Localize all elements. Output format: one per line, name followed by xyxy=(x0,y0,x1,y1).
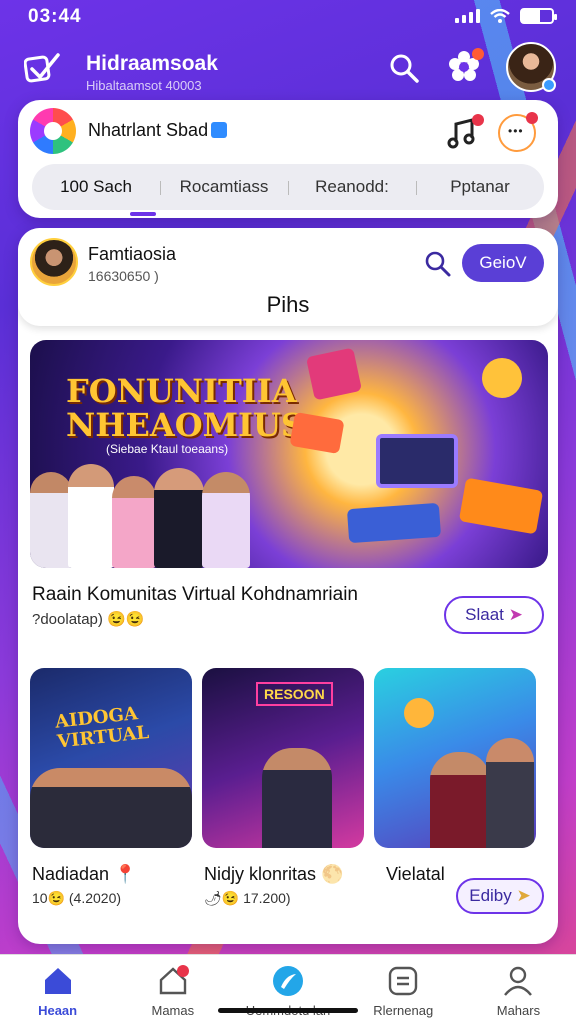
thumbnail-card-2[interactable]: RESOON xyxy=(202,668,364,848)
settings-flower-icon[interactable] xyxy=(446,48,484,84)
avatar-badge xyxy=(542,78,556,92)
thumbnail-card-3[interactable] xyxy=(374,668,536,848)
nav-label: Mahars xyxy=(496,1003,541,1018)
house-outline-icon xyxy=(159,965,189,995)
nav-profile[interactable]: Mahars xyxy=(461,955,576,1024)
screen-illustration xyxy=(376,434,458,488)
mascot-illustration xyxy=(482,358,522,398)
community-logo xyxy=(30,108,76,154)
community-name: Nhatrlant Sbad xyxy=(88,120,228,141)
nav-label: Heaan xyxy=(38,1003,78,1018)
featured-banner[interactable]: FONUNITIIA NHEAOMIUS (Siebae Ktaul toeaa… xyxy=(30,340,548,568)
banner-title: FONUNITIIA NHEAOMIUS xyxy=(66,374,304,442)
tab-2[interactable]: Rocamtiass xyxy=(160,177,288,197)
home-indicator xyxy=(218,1008,358,1013)
start-button-label: Slaat xyxy=(465,605,504,624)
notification-dot xyxy=(472,114,484,126)
nav-4[interactable]: Rlernenag xyxy=(346,955,461,1024)
home-icon xyxy=(44,968,71,994)
nav-home[interactable]: Heaan xyxy=(0,955,115,1024)
tab-active-indicator xyxy=(130,212,156,216)
tab-3[interactable]: Reanodd: xyxy=(288,177,416,197)
user-name: Famtiaosia xyxy=(88,244,177,264)
chat-icon[interactable] xyxy=(498,112,538,152)
joystick-illustration xyxy=(289,411,345,455)
thumbnail-title: AIDOGA VIRTUAL xyxy=(54,703,151,753)
verified-icon xyxy=(211,122,228,138)
thumbnail-meta-1: 10😉 (4.2020) xyxy=(32,890,122,906)
arrow-icon: ➤ xyxy=(516,886,531,905)
thumbnail-card-1[interactable]: AIDOGA VIRTUAL xyxy=(30,668,192,848)
status-time: 03:44 xyxy=(28,6,82,27)
notification-dot xyxy=(472,48,484,60)
banner-people-illustration xyxy=(30,458,260,568)
buy-button-label: Ediby xyxy=(469,886,512,905)
tab-4[interactable]: Pptanar xyxy=(416,177,544,197)
check-icon[interactable] xyxy=(24,52,60,84)
thumbnail-meta-2: 🌶😉 17.200) xyxy=(204,890,291,906)
banner-title-line2: NHEAOMIUS xyxy=(66,406,304,444)
profile-icon xyxy=(504,966,533,996)
header-title: Hidraamsoak xyxy=(86,52,218,75)
nav-2[interactable]: Mamas xyxy=(115,955,230,1024)
status-bar: 03:44 xyxy=(0,0,576,34)
wifi-icon xyxy=(490,9,510,23)
feed-card: Famtiaosia 16630650 ) GeioV Pihs FONUNIT… xyxy=(18,228,558,944)
header-subtitle: Hibaltaamsot 40003 xyxy=(86,78,202,93)
signal-icon xyxy=(455,9,480,23)
post-title: Raain Komunitas Virtual Kohdnamriain xyxy=(32,584,358,605)
thumbnail-label-3: Vielatal xyxy=(386,864,445,884)
controller-illustration xyxy=(346,502,442,544)
bottom-nav: Heaan Mamas Uemmdotu lan Rlernenag Mahar… xyxy=(0,954,576,1024)
banner-title-line1: FONUNITIIA xyxy=(66,372,297,410)
search-icon[interactable] xyxy=(388,52,420,84)
banner-subtitle: (Siebae Ktaul toeaans) xyxy=(106,442,229,456)
message-icon xyxy=(389,966,418,996)
arcade-machine-illustration xyxy=(305,347,363,401)
post-meta: ?doolatap) 😉😉 xyxy=(32,611,145,628)
community-name-text: Nhatrlant Sbad xyxy=(88,120,209,140)
tab-1[interactable]: 100 Sach xyxy=(32,177,160,197)
primary-action-button[interactable]: GeioV xyxy=(462,244,544,282)
nav-3[interactable]: Uemmdotu lan xyxy=(230,955,345,1024)
status-icons xyxy=(455,8,557,24)
profile-avatar[interactable] xyxy=(506,42,556,92)
music-note-icon[interactable] xyxy=(444,114,484,152)
arrow-icon: ➤ xyxy=(508,605,523,624)
community-card: Nhatrlant Sbad 100 Sach Rocamtiass Reano… xyxy=(18,100,558,218)
user-count: 16630650 ) xyxy=(88,268,159,284)
thumbnail-label-2: Nidjy klonritas 🌕 xyxy=(204,864,344,884)
compass-icon xyxy=(273,966,303,996)
section-title: Pihs xyxy=(266,292,310,317)
notification-dot xyxy=(526,112,538,124)
buy-button[interactable]: Ediby ➤ xyxy=(456,878,544,914)
nav-label: Mamas xyxy=(151,1003,195,1018)
tab-bar: 100 Sach Rocamtiass Reanodd: Pptanar xyxy=(32,164,544,210)
search-icon[interactable] xyxy=(424,250,452,278)
battery-icon xyxy=(520,8,557,24)
nav-label: Rlernenag xyxy=(373,1003,434,1018)
user-avatar[interactable] xyxy=(30,238,78,286)
car-illustration xyxy=(458,477,544,535)
app-header: Hidraamsoak Hibaltaamsot 40003 xyxy=(0,40,576,96)
thumbnail-title: RESOON xyxy=(256,682,333,706)
thumbnail-label-1: Nadiadan 📍 xyxy=(32,864,137,884)
user-row: Famtiaosia 16630650 ) GeioV Pihs xyxy=(18,228,558,326)
start-button[interactable]: Slaat ➤ xyxy=(444,596,544,634)
